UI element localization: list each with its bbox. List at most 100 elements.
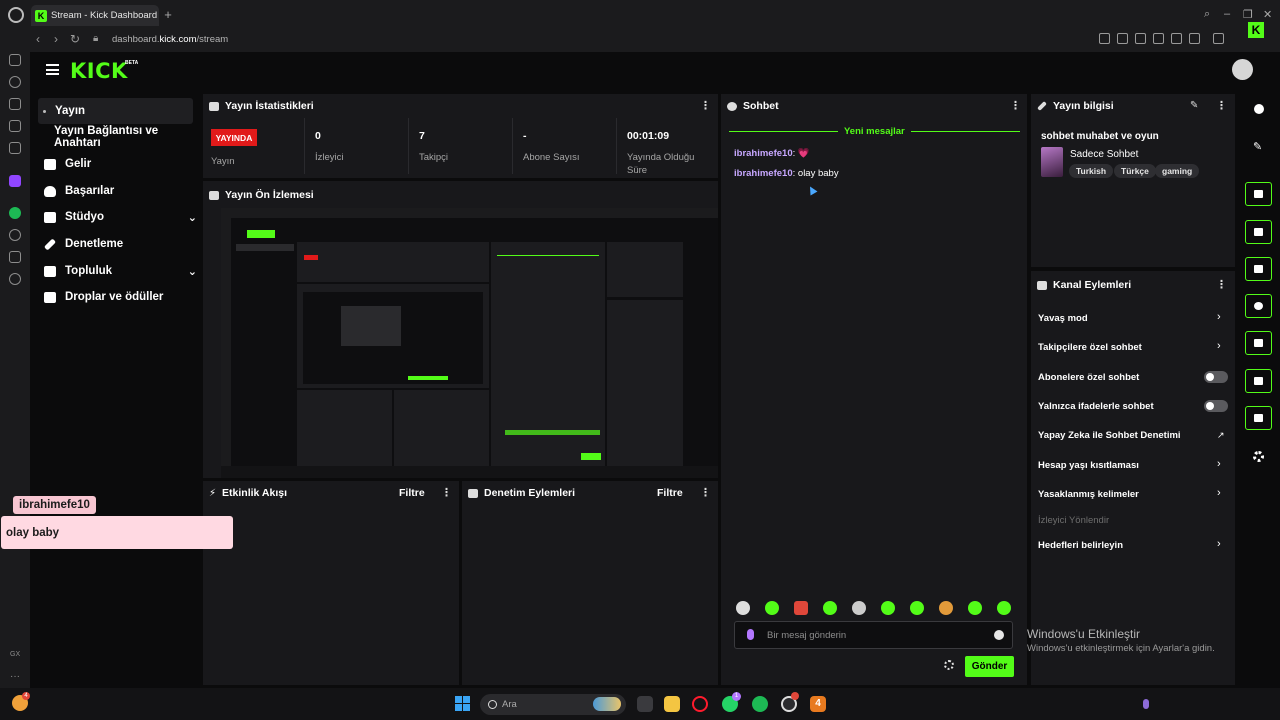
browser-tab[interactable]: K Stream - Kick Dashboard: [31, 5, 159, 26]
wallet-icon[interactable]: [1189, 33, 1200, 44]
rail-stats-button[interactable]: [1245, 331, 1272, 355]
new-tab-button[interactable]: +: [162, 8, 174, 21]
emote-button[interactable]: [765, 601, 779, 615]
app-4-icon[interactable]: 4: [810, 696, 826, 712]
windows-start-icon[interactable]: [455, 696, 470, 711]
category-thumbnail[interactable]: [1041, 147, 1063, 177]
sidebar-more-icon[interactable]: ···: [10, 671, 20, 682]
minimize-button[interactable]: –: [1224, 8, 1230, 20]
nav-item-gelir[interactable]: Gelir: [38, 151, 193, 177]
sidebar-spotify-icon[interactable]: [9, 207, 21, 219]
kick-extension-icon[interactable]: K: [1248, 22, 1264, 38]
sidebar-settings-icon[interactable]: [9, 273, 21, 285]
chevron-right-icon[interactable]: ›: [1217, 311, 1221, 323]
tag-pill[interactable]: gaming: [1155, 164, 1200, 178]
avatar[interactable]: [1232, 59, 1253, 80]
sidebar-clock-icon[interactable]: [9, 229, 21, 241]
task-view-icon[interactable]: [637, 696, 653, 712]
sidebar-pinboard-icon[interactable]: [9, 120, 21, 132]
search-tabs-icon[interactable]: ⌕: [1204, 8, 1210, 21]
file-explorer-icon[interactable]: [664, 696, 680, 712]
action-followers-only[interactable]: Takipçilere özel sohbet: [1038, 342, 1142, 353]
extension-icon[interactable]: [1135, 33, 1146, 44]
tag-pill[interactable]: Türkçe: [1114, 164, 1156, 178]
edit-pencil-icon[interactable]: ✎: [1190, 100, 1198, 111]
tray-mic-icon[interactable]: [1143, 699, 1149, 709]
sidebar-m-icon[interactable]: [9, 142, 21, 154]
chevron-right-icon[interactable]: ›: [1217, 538, 1221, 550]
gear-icon[interactable]: [944, 660, 954, 670]
bookmark-icon[interactable]: [1099, 33, 1110, 44]
close-window-button[interactable]: ✕: [1263, 8, 1272, 21]
emote-button[interactable]: [968, 601, 982, 615]
emote-button[interactable]: [852, 601, 866, 615]
nav-item-denetleme[interactable]: Denetleme: [38, 231, 193, 257]
chat-username[interactable]: ibrahimefe10: [734, 168, 793, 179]
chevron-right-icon[interactable]: ›: [1217, 487, 1221, 499]
action-slow-mode[interactable]: Yavaş mod: [1038, 313, 1088, 324]
url-field[interactable]: dashboard.kick.com/stream: [112, 34, 228, 45]
emote-button[interactable]: [736, 601, 750, 615]
opera-logo-icon[interactable]: [8, 7, 24, 23]
chevron-right-icon[interactable]: ›: [1217, 458, 1221, 470]
subscribers-only-toggle[interactable]: [1204, 371, 1228, 383]
nav-item-studyo[interactable]: Stüdyo ⌄: [38, 204, 197, 230]
play-icon[interactable]: [1153, 33, 1164, 44]
rail-preview-button[interactable]: [1245, 182, 1272, 206]
emote-button[interactable]: [881, 601, 895, 615]
spotify-icon[interactable]: [752, 696, 768, 712]
chat-menu-icon[interactable]: ⋮: [1010, 99, 1021, 112]
sidebar-ai-icon[interactable]: [9, 98, 21, 110]
forward-button[interactable]: ›: [54, 32, 58, 46]
external-link-icon[interactable]: ↗: [1217, 430, 1225, 441]
info-icon[interactable]: [1254, 104, 1264, 114]
sidebar-cube-icon[interactable]: [9, 251, 21, 263]
rail-actions-button[interactable]: [1245, 369, 1272, 393]
kick-logo[interactable]: KICK: [70, 59, 128, 83]
opera-gx-icon[interactable]: [692, 696, 708, 712]
send-button[interactable]: Gönder: [965, 656, 1014, 677]
stats-menu-icon[interactable]: ⋮: [700, 99, 711, 112]
emotes-only-toggle[interactable]: [1204, 400, 1228, 412]
download-icon[interactable]: [1213, 33, 1224, 44]
action-account-age[interactable]: Hesap yaşı kısıtlaması: [1038, 460, 1139, 471]
sidebar-twitch-icon[interactable]: [9, 175, 21, 187]
emoji-icon[interactable]: [994, 630, 1004, 640]
activity-filter-button[interactable]: Filtre: [399, 487, 425, 499]
nav-item-basarilar[interactable]: Başarılar: [38, 178, 193, 204]
nav-item-stream-key[interactable]: Yayın Bağlantısı ve Anahtarı: [48, 124, 203, 150]
nav-item-yayin[interactable]: Yayın: [38, 98, 193, 124]
moderation-menu-icon[interactable]: ⋮: [700, 486, 711, 499]
chevron-right-icon[interactable]: ›: [1217, 340, 1221, 352]
emote-button[interactable]: [794, 601, 808, 615]
chat-username[interactable]: ibrahimefe10: [734, 148, 793, 159]
nav-item-topluluk[interactable]: Topluluk ⌄: [38, 258, 197, 284]
emote-button[interactable]: [997, 601, 1011, 615]
snapshot-icon[interactable]: [1117, 33, 1128, 44]
microphone-icon[interactable]: [747, 629, 754, 640]
action-banned-words[interactable]: Yasaklanmış kelimeler: [1038, 489, 1139, 500]
stream-info-menu-icon[interactable]: ⋮: [1216, 99, 1227, 112]
channel-actions-menu-icon[interactable]: ⋮: [1216, 278, 1227, 291]
rail-chat-button[interactable]: [1245, 294, 1272, 318]
action-ai-moderation[interactable]: Yapay Zeka ile Sohbet Denetimi: [1038, 430, 1181, 441]
stream-preview-video[interactable]: [221, 208, 718, 478]
sidebar-history-icon[interactable]: [9, 76, 21, 88]
pencil-icon[interactable]: ✎: [1253, 140, 1262, 153]
back-button[interactable]: ‹: [36, 32, 40, 46]
rail-moderation-button[interactable]: [1245, 257, 1272, 281]
emote-button[interactable]: [823, 601, 837, 615]
widgets-icon[interactable]: [1253, 451, 1264, 462]
search-highlight-icon[interactable]: [593, 697, 621, 711]
menu-icon[interactable]: [46, 64, 59, 75]
action-goals[interactable]: Hedefleri belirleyin: [1038, 540, 1123, 551]
maximize-button[interactable]: ❐: [1243, 8, 1253, 21]
category-name[interactable]: Sadece Sohbet: [1070, 149, 1138, 160]
emote-button[interactable]: [939, 601, 953, 615]
reload-button[interactable]: ↻: [70, 32, 80, 46]
rail-activity-button[interactable]: [1245, 220, 1272, 244]
tag-pill[interactable]: Turkish: [1069, 164, 1114, 178]
activity-menu-icon[interactable]: ⋮: [441, 486, 452, 499]
sidebar-gx-icon[interactable]: GX: [10, 651, 20, 658]
moderation-filter-button[interactable]: Filtre: [657, 487, 683, 499]
